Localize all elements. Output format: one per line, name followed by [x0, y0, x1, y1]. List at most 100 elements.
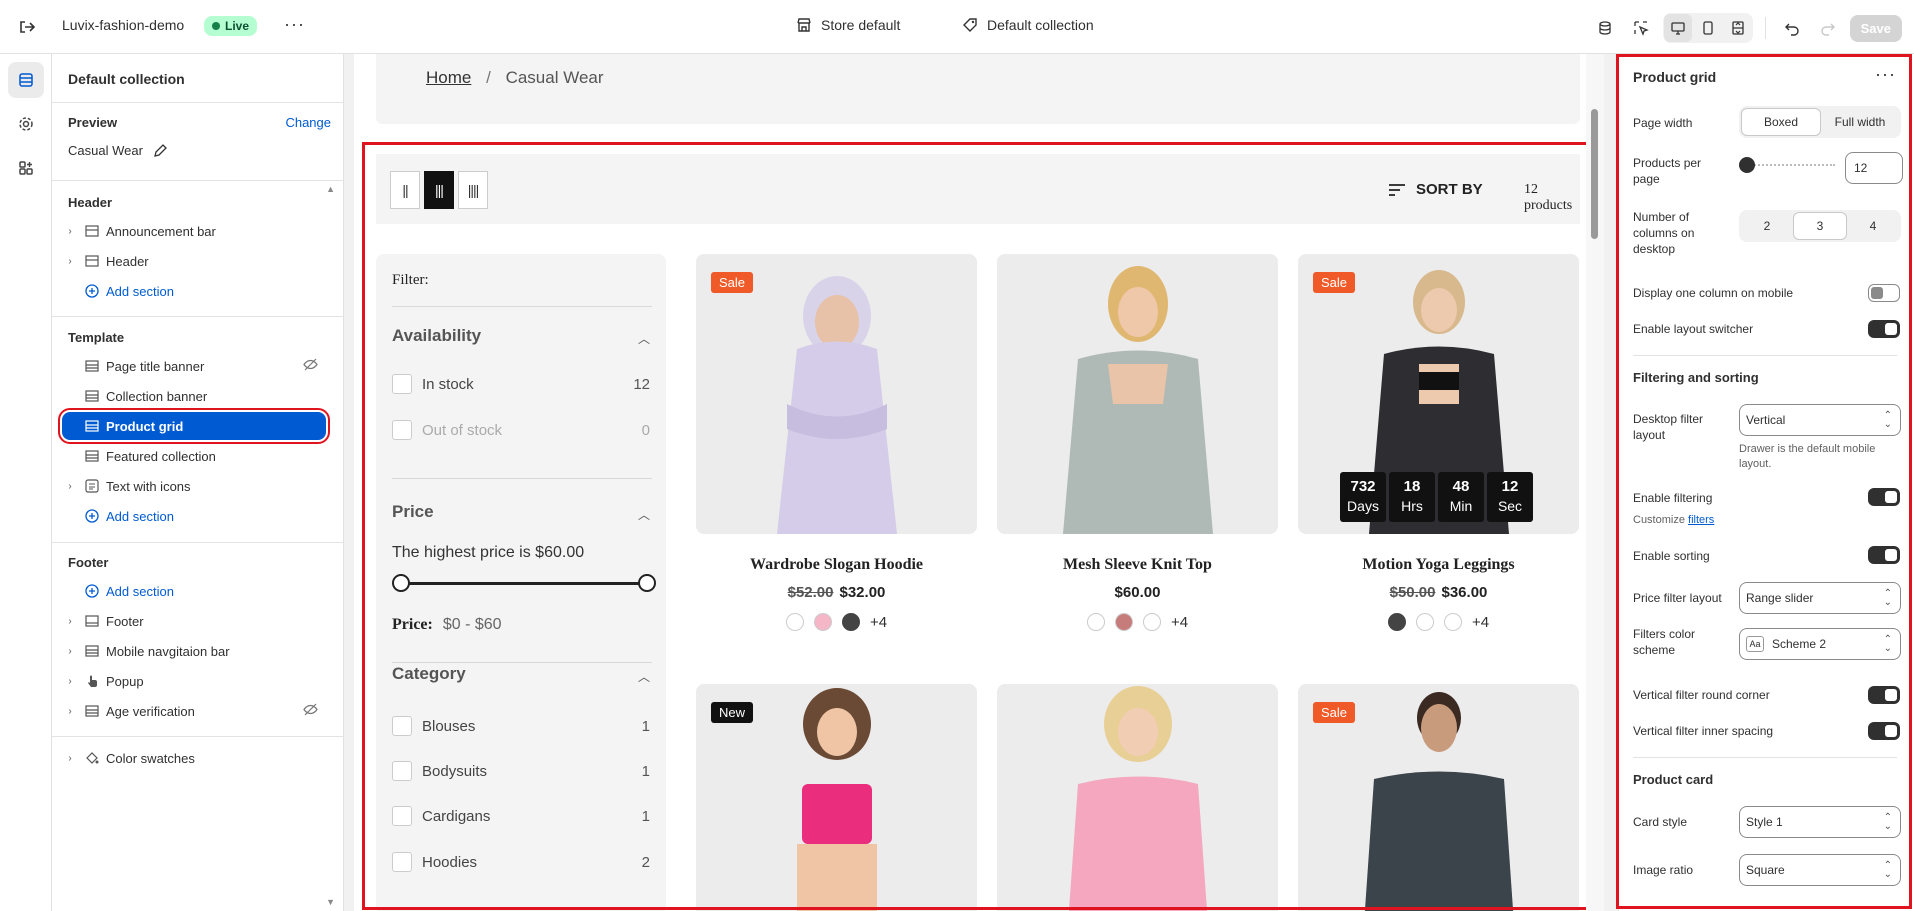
- add-section-template[interactable]: Add section: [62, 502, 326, 530]
- template-group-title: Template: [68, 330, 125, 345]
- sections-icon[interactable]: [8, 62, 44, 98]
- storefront-preview: Home / Casual Wear || ||| |||| SORT BY 1…: [354, 54, 1604, 911]
- breadcrumb: Home / Casual Wear: [426, 68, 604, 88]
- mobile-view-icon[interactable]: [1694, 14, 1722, 42]
- desktop-filter-layout-select[interactable]: Vertical ⌃ ⌄: [1739, 404, 1901, 436]
- columns-segmented: 2 3 4: [1739, 210, 1901, 242]
- breadcrumb-home-link[interactable]: Home: [426, 68, 471, 87]
- section-product-grid[interactable]: Product grid: [58, 408, 330, 444]
- inner-spacing-toggle[interactable]: [1868, 722, 1900, 740]
- section-mobile-navigation-bar[interactable]: › Mobile navgitaion bar: [62, 637, 326, 665]
- drawer-help-text: Drawer is the default mobile layout.: [1739, 443, 1876, 470]
- section-footer[interactable]: › Footer: [62, 607, 326, 635]
- chevron-right-icon[interactable]: ›: [62, 646, 78, 657]
- section-label: Collection banner: [106, 388, 208, 404]
- section-age-verification[interactable]: › Age verification: [62, 697, 326, 725]
- chevron-right-icon[interactable]: ›: [62, 616, 78, 627]
- database-icon[interactable]: [1591, 14, 1619, 42]
- select-value: Square: [1746, 863, 1785, 877]
- fullscreen-view-icon[interactable]: [1724, 14, 1752, 42]
- breadcrumb-banner: Home / Casual Wear: [376, 54, 1580, 124]
- columns-option-2[interactable]: 2: [1741, 212, 1793, 240]
- edit-pencil-icon[interactable]: [153, 143, 168, 158]
- live-badge-label: Live: [225, 19, 250, 33]
- section-color-swatches[interactable]: › Color swatches: [62, 744, 326, 772]
- price-filter-layout-select[interactable]: Range slider ⌃ ⌄: [1739, 582, 1901, 614]
- products-per-page-slider-handle[interactable]: [1739, 157, 1755, 173]
- topbar-actions: Save: [1591, 13, 1902, 43]
- apps-icon[interactable]: [8, 150, 44, 186]
- filters-color-scheme-label: Filters color scheme: [1633, 627, 1696, 657]
- add-section-header[interactable]: Add section: [62, 277, 326, 305]
- viewport-switcher: [1662, 13, 1753, 43]
- chevron-right-icon[interactable]: ›: [62, 706, 78, 717]
- enable-filtering-toggle[interactable]: [1868, 488, 1900, 506]
- section-popup[interactable]: › Popup: [62, 667, 326, 695]
- eye-hidden-icon[interactable]: [303, 357, 318, 375]
- section-label: Page title banner: [106, 358, 205, 374]
- section-label: Product grid: [106, 418, 184, 434]
- add-section-footer[interactable]: Add section: [62, 577, 326, 605]
- enable-sorting-label: Enable sorting: [1633, 549, 1710, 563]
- product-card-heading: Product card: [1633, 772, 1714, 787]
- change-preview-link[interactable]: Change: [285, 115, 331, 130]
- more-actions-button[interactable]: ···: [284, 14, 305, 35]
- eye-hidden-icon[interactable]: [303, 702, 318, 720]
- text-block-icon: [84, 478, 100, 494]
- settings-gear-icon[interactable]: [8, 106, 44, 142]
- select-chevron-icon: ⌃ ⌄: [1883, 410, 1892, 430]
- layout-switcher-toggle[interactable]: [1868, 320, 1900, 338]
- section-label: Text with icons: [106, 478, 191, 494]
- columns-option-4[interactable]: 4: [1847, 212, 1899, 240]
- preview-scrollbar[interactable]: [1586, 54, 1604, 911]
- select-chevron-icon: ⌃ ⌄: [1883, 812, 1892, 832]
- undo-icon[interactable]: [1778, 14, 1806, 42]
- sections-panel: Default collection Preview Change Casual…: [52, 54, 344, 911]
- section-label: Footer: [106, 613, 144, 629]
- template-selector[interactable]: Default collection: [962, 17, 1094, 33]
- section-text-with-icons[interactable]: › Text with icons: [62, 472, 326, 500]
- paint-bucket-icon: [84, 750, 100, 766]
- chevron-right-icon[interactable]: ›: [62, 256, 78, 267]
- exit-icon[interactable]: [16, 16, 38, 38]
- select-chevron-icon: ⌃ ⌄: [1883, 588, 1892, 608]
- plus-circle-icon: [84, 283, 100, 299]
- image-ratio-select[interactable]: Square ⌃ ⌄: [1739, 854, 1901, 886]
- section-header[interactable]: › Header: [62, 247, 326, 275]
- round-corner-toggle[interactable]: [1868, 686, 1900, 704]
- scroll-up-icon[interactable]: ▲: [326, 184, 335, 194]
- products-per-page-input[interactable]: 12: [1845, 152, 1903, 184]
- color-scheme-swatch-icon: Aa: [1746, 636, 1764, 652]
- scroll-down-icon[interactable]: ▼: [326, 897, 335, 907]
- inspector-icon[interactable]: [1627, 14, 1655, 42]
- footer-group-title: Footer: [68, 555, 109, 570]
- card-style-select[interactable]: Style 1 ⌃ ⌄: [1739, 806, 1901, 838]
- more-options-button[interactable]: ···: [1875, 64, 1896, 85]
- chevron-right-icon[interactable]: ›: [62, 676, 78, 687]
- section-featured-collection[interactable]: Featured collection: [62, 442, 326, 470]
- chevron-right-icon[interactable]: ›: [62, 226, 78, 237]
- one-column-mobile-toggle[interactable]: [1868, 284, 1900, 302]
- image-ratio-label: Image ratio: [1633, 863, 1694, 877]
- theme-selector[interactable]: Store default: [796, 17, 900, 33]
- section-label: Age verification: [106, 703, 195, 719]
- scrollbar-thumb[interactable]: [1591, 109, 1598, 239]
- page-width-boxed[interactable]: Boxed: [1741, 108, 1821, 136]
- filters-link[interactable]: filters: [1688, 514, 1714, 526]
- section-collection-banner[interactable]: Collection banner: [62, 382, 326, 410]
- save-button[interactable]: Save: [1849, 14, 1902, 42]
- filters-color-scheme-select[interactable]: Aa Scheme 2 ⌃ ⌄: [1739, 628, 1901, 660]
- editor-rail: [0, 54, 52, 911]
- section-announcement-bar[interactable]: › Announcement bar: [62, 217, 326, 245]
- chevron-right-icon[interactable]: ›: [62, 481, 78, 492]
- section-page-title-banner[interactable]: Page title banner: [62, 352, 326, 380]
- enable-sorting-toggle[interactable]: [1868, 546, 1900, 564]
- settings-title: Product grid: [1633, 69, 1717, 85]
- section-layout-icon: [84, 703, 100, 719]
- chevron-right-icon[interactable]: ›: [62, 753, 78, 764]
- page-width-full[interactable]: Full width: [1821, 108, 1899, 136]
- desktop-view-icon[interactable]: [1663, 14, 1692, 42]
- redo-icon[interactable]: [1814, 14, 1842, 42]
- layout-switcher-label: Enable layout switcher: [1633, 322, 1754, 336]
- columns-option-3[interactable]: 3: [1793, 212, 1847, 240]
